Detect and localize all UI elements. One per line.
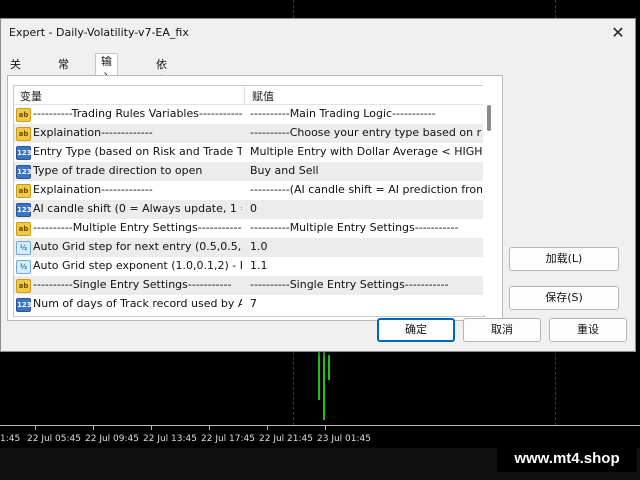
value-cell[interactable]: 7 — [250, 297, 482, 310]
tab-inputs[interactable]: 输入参数 — [95, 53, 118, 116]
variable-cell: ----------Multiple Entry Settings-------… — [33, 221, 242, 234]
value-cell[interactable]: 1.1 — [250, 259, 482, 272]
tab-about[interactable]: 关于 — [5, 57, 26, 87]
candle-bar — [323, 345, 325, 420]
string-type-icon: ab — [16, 222, 31, 236]
tab-common[interactable]: 常用 — [53, 57, 74, 87]
expert-properties-dialog: Expert - Daily-Volatility-v7-EA_fix ✕ 关于… — [0, 18, 636, 352]
table-row[interactable]: ab Explaination------------- ----------Cho… — [14, 124, 484, 143]
variable-cell: Type of trade direction to open — [33, 164, 203, 177]
value-cell[interactable]: ----------Main Trading Logic----------- — [250, 107, 482, 120]
string-type-icon: ab — [16, 108, 31, 122]
time-label: 22 Jul 13:45 — [143, 434, 197, 444]
time-label: 22 Jul 17:45 — [201, 434, 255, 444]
table-row[interactable]: 123 Type of trade direction to open Buy an… — [14, 162, 484, 181]
time-tick — [35, 426, 36, 430]
header-value[interactable]: 赋值 — [252, 88, 274, 104]
integer-type-icon: 123 — [16, 203, 32, 217]
header-divider[interactable] — [244, 86, 245, 104]
value-cell[interactable]: Multiple Entry with Dollar Average < HIG… — [250, 145, 482, 158]
scrollbar-thumb[interactable] — [487, 105, 491, 131]
variable-cell: ----------Single Entry Settings---------… — [33, 278, 232, 291]
variable-cell: Auto Grid step exponent (1.0,0.1,2) - Fa… — [33, 259, 242, 272]
integer-type-icon: 123 — [16, 165, 32, 179]
integer-type-icon: 123 — [16, 298, 32, 312]
string-type-icon: ab — [16, 279, 31, 293]
variable-cell: ----------Trading Rules Variables-------… — [33, 107, 242, 120]
value-cell[interactable]: Buy and Sell — [250, 164, 482, 177]
candle-bar — [328, 355, 330, 380]
grid-scrollbar[interactable] — [483, 85, 497, 315]
table-row[interactable]: ab ----------Multiple Entry Settings-----… — [14, 219, 484, 238]
value-cell[interactable]: 1.0 — [250, 240, 482, 253]
time-tick — [267, 426, 268, 430]
integer-type-icon: 123 — [16, 146, 32, 160]
time-label: 1:45 — [0, 434, 21, 444]
string-type-icon: ab — [16, 184, 31, 198]
time-label: 23 Jul 01:45 — [317, 434, 371, 444]
dialog-title: Expert - Daily-Volatility-v7-EA_fix — [9, 26, 189, 39]
table-row[interactable]: 123 AI candle shift (0 = Always update, 1… — [14, 200, 484, 219]
variable-cell: Entry Type (based on Risk and Trade Type… — [33, 145, 242, 158]
table-row[interactable]: ab ----------Single Entry Settings-------… — [14, 276, 484, 295]
grid-header: 变量 赋值 — [14, 86, 484, 105]
dialog-titlebar[interactable]: Expert - Daily-Volatility-v7-EA_fix ✕ — [1, 19, 635, 47]
table-row[interactable]: 123 Num of days of Track record used by A… — [14, 295, 484, 314]
variable-cell: AI candle shift (0 = Always update, 1 = … — [33, 202, 242, 215]
variable-cell: Num of days of Track record used by AI — [33, 297, 242, 310]
time-tick — [325, 426, 326, 430]
value-cell[interactable]: ----------Choose your entry type based o… — [250, 126, 482, 139]
table-row[interactable]: ab ----------Trading Rules Variables-----… — [14, 105, 484, 124]
string-type-icon: ab — [16, 127, 31, 141]
variable-cell: Explaination------------- — [33, 126, 153, 139]
value-cell[interactable]: ----------(AI candle shift = AI predicti… — [250, 183, 482, 196]
table-row[interactable]: ½ Auto Grid step for next entry (0.5,0.5,… — [14, 238, 484, 257]
reset-button[interactable]: 重设 — [549, 318, 627, 342]
time-tick — [209, 426, 210, 430]
save-button[interactable]: 保存(S) — [509, 286, 619, 310]
time-tick — [151, 426, 152, 430]
value-cell[interactable]: ----------Single Entry Settings---------… — [250, 278, 482, 291]
table-row[interactable]: 123 Entry Type (based on Risk and Trade T… — [14, 143, 484, 162]
parameters-grid[interactable]: 变量 赋值 ab ----------Trading Rules Variable… — [13, 85, 485, 317]
value-cell[interactable]: ----------Multiple Entry Settings-------… — [250, 221, 482, 234]
table-row[interactable]: ½Auto Grid step exponent (1.0,0.1,2) - F… — [14, 257, 484, 276]
time-label: 22 Jul 05:45 — [27, 434, 81, 444]
variable-cell: Explaination------------- — [33, 183, 153, 196]
time-tick — [93, 426, 94, 430]
load-button[interactable]: 加载(L) — [509, 247, 619, 271]
cancel-button[interactable]: 取消 — [463, 318, 541, 342]
double-type-icon: ½ — [16, 241, 31, 255]
tab-dependencies[interactable]: 依存关系 — [151, 57, 172, 119]
candle-bar — [318, 352, 320, 400]
close-icon[interactable]: ✕ — [607, 22, 629, 44]
variable-cell: Auto Grid step for next entry (0.5,0.5,0… — [33, 240, 242, 253]
double-type-icon: ½ — [16, 260, 31, 274]
header-variable[interactable]: 变量 — [20, 88, 42, 104]
ok-button[interactable]: 确定 — [377, 318, 455, 342]
time-axis: 1:45 22 Jul 05:45 22 Jul 09:45 22 Jul 13… — [0, 425, 640, 448]
time-label: 22 Jul 21:45 — [259, 434, 313, 444]
time-label: 22 Jul 09:45 — [85, 434, 139, 444]
value-cell[interactable]: 0 — [250, 202, 482, 215]
watermark: www.mt4.shop — [497, 446, 637, 472]
table-row[interactable]: ab Explaination------------- ----------(AI… — [14, 181, 484, 200]
